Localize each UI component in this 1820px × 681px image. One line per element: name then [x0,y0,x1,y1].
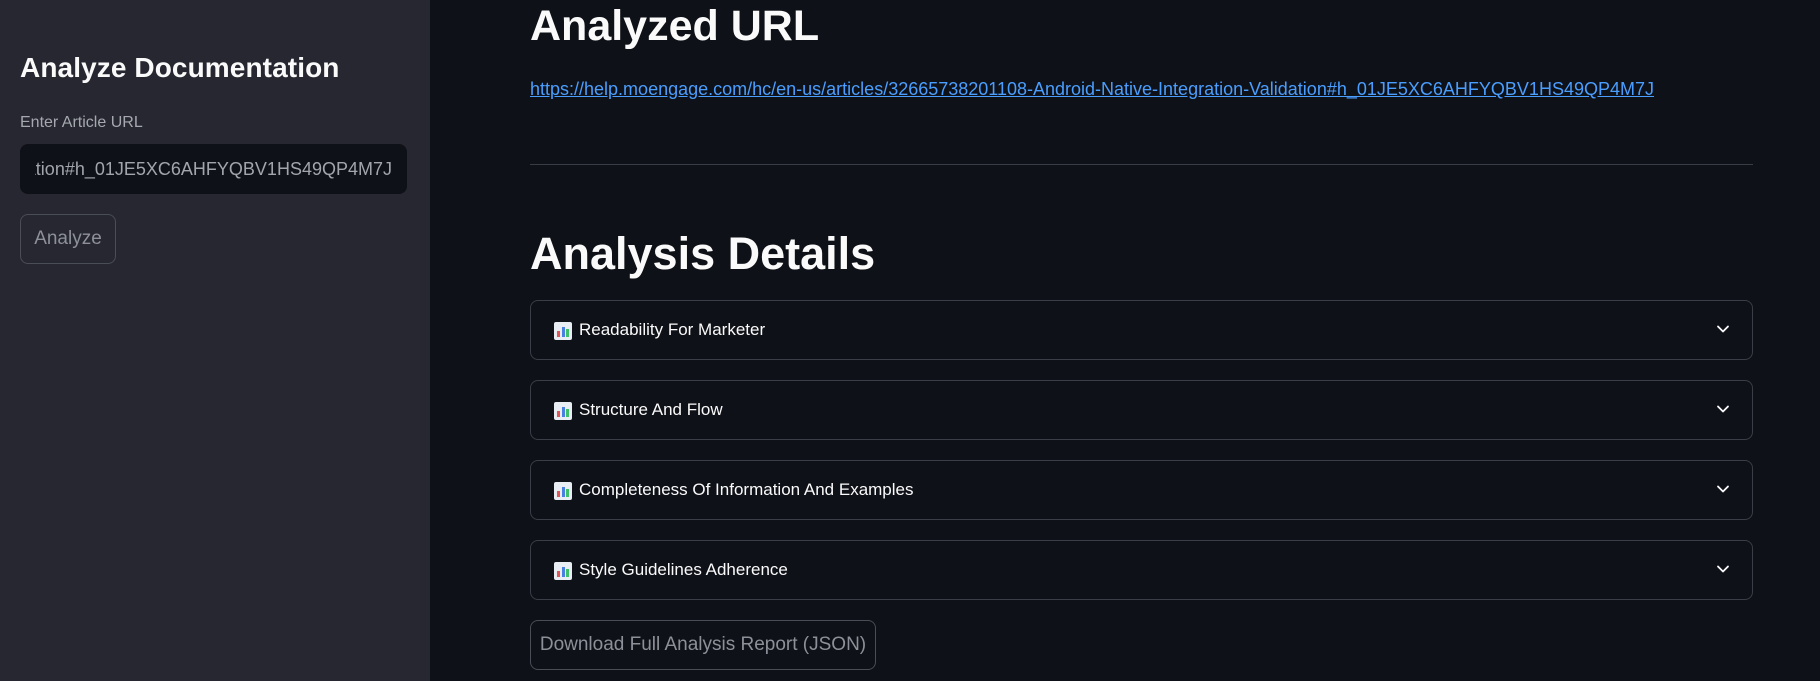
chevron-down-icon [1717,485,1729,493]
expander-structure-and-flow[interactable]: Structure And Flow [530,380,1753,440]
section-divider [530,164,1753,165]
chevron-down-icon [1717,565,1729,573]
expander-label: Readability For Marketer [579,320,766,339]
url-field-label: Enter Article URL [20,114,143,131]
analyzed-url-heading: Analyzed URL [530,2,820,50]
expander-completeness-of-information[interactable]: Completeness Of Information And Examples [530,460,1753,520]
chevron-down-icon [1717,325,1729,333]
expander-readability-for-marketer[interactable]: Readability For Marketer [530,300,1753,360]
chevron-down-icon [1717,405,1729,413]
analyze-button[interactable]: Analyze [20,214,116,264]
sidebar-title: Analyze Documentation [20,52,340,83]
sidebar: Analyze Documentation Enter Article URL … [0,0,430,681]
analysis-details-heading: Analysis Details [530,228,876,279]
expander-label: Structure And Flow [579,400,723,419]
bar-chart-icon [554,562,572,580]
main-content: Analyzed URL https://help.moengage.com/h… [430,0,1820,681]
bar-chart-icon [554,322,572,340]
app-window: Analyze Documentation Enter Article URL … [0,0,1820,681]
analyzed-url-link[interactable]: https://help.moengage.com/hc/en-us/artic… [530,79,1654,100]
article-url-input[interactable] [20,144,407,194]
expander-label: Completeness Of Information And Examples [579,480,914,499]
bar-chart-icon [554,402,572,420]
bar-chart-icon [554,482,572,500]
expander-style-guidelines-adherence[interactable]: Style Guidelines Adherence [530,540,1753,600]
expander-label: Style Guidelines Adherence [579,560,788,579]
download-report-button[interactable]: Download Full Analysis Report (JSON) [530,620,876,670]
